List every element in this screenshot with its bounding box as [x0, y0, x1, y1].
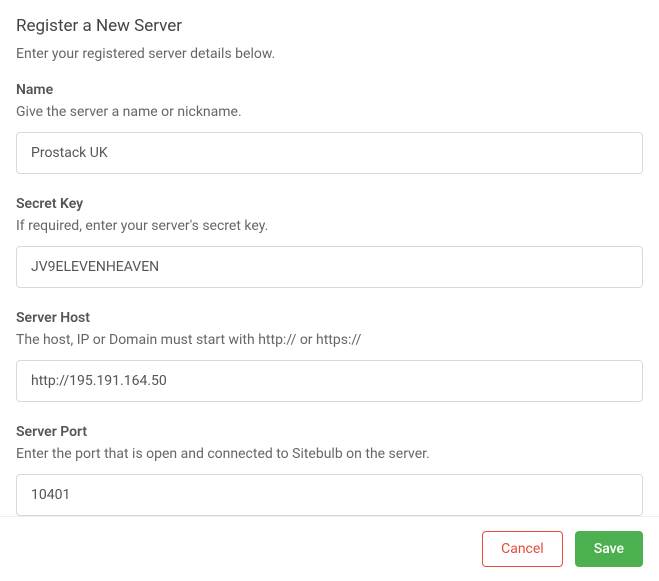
- form-group-server-host: Server Host The host, IP or Domain must …: [16, 310, 643, 402]
- name-help: Give the server a name or nickname.: [16, 104, 643, 120]
- cancel-button[interactable]: Cancel: [482, 531, 563, 567]
- secret-key-help: If required, enter your server's secret …: [16, 218, 643, 234]
- secret-key-label: Secret Key: [16, 196, 643, 212]
- save-button[interactable]: Save: [575, 531, 643, 567]
- server-port-input[interactable]: [16, 474, 643, 516]
- server-host-input[interactable]: [16, 360, 643, 402]
- register-server-dialog: Register a New Server Enter your registe…: [0, 0, 659, 516]
- server-port-help: Enter the port that is open and connecte…: [16, 446, 643, 462]
- form-group-secret-key: Secret Key If required, enter your serve…: [16, 196, 643, 288]
- server-port-label: Server Port: [16, 424, 643, 440]
- server-host-label: Server Host: [16, 310, 643, 326]
- server-host-help: The host, IP or Domain must start with h…: [16, 332, 643, 348]
- form-group-server-port: Server Port Enter the port that is open …: [16, 424, 643, 516]
- dialog-footer: Cancel Save: [0, 516, 659, 581]
- name-input[interactable]: [16, 132, 643, 174]
- dialog-subtitle: Enter your registered server details bel…: [16, 46, 643, 62]
- form-group-name: Name Give the server a name or nickname.: [16, 82, 643, 174]
- secret-key-input[interactable]: [16, 246, 643, 288]
- name-label: Name: [16, 82, 643, 98]
- dialog-title: Register a New Server: [16, 16, 643, 36]
